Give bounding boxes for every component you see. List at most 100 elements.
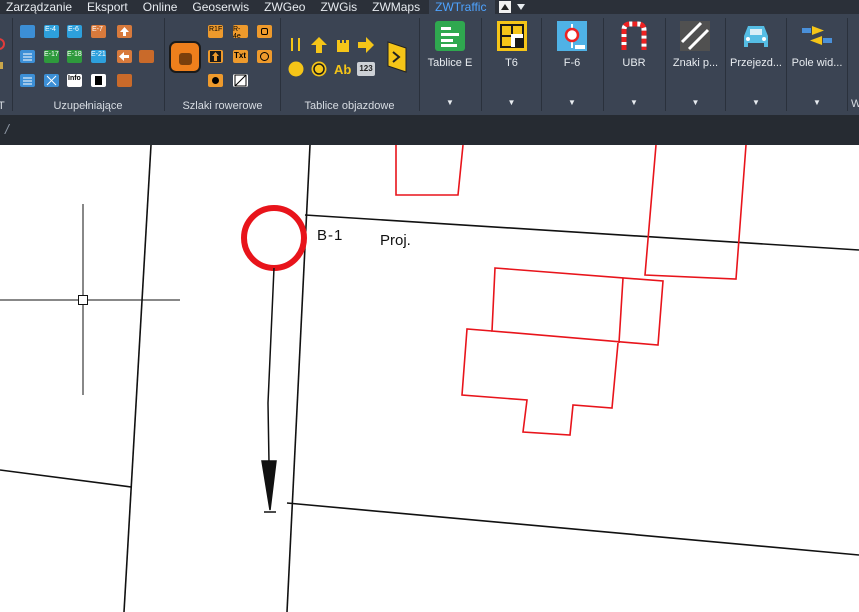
partial-tools-icon[interactable] [0,34,8,94]
sign-arrow-left-icon[interactable] [117,50,132,63]
sign-info-icon[interactable]: Info [67,74,82,87]
chevron-down-icon: ▼ [446,98,454,107]
f6-button[interactable]: F-6 ▼ [542,14,602,115]
panel-title-partial-left: T [0,100,5,112]
sign-e17-icon[interactable]: E-17 [44,50,59,63]
sign-e6-icon[interactable]: E-6 [67,25,82,38]
sign-e21-icon[interactable]: E-21 [91,50,106,63]
sign-txt-icon[interactable]: Txt [233,50,248,63]
chevron-down-icon: ▼ [568,98,576,107]
sign-factory-icon[interactable] [139,50,154,63]
ubr-button[interactable]: UBR ▼ [604,14,664,115]
parcel-boundary-line [123,145,152,612]
building-outline [461,328,619,436]
ubr-barrier-icon [621,21,647,50]
detour-dot-icon[interactable] [287,60,305,78]
crosshair-cursor-icon [0,204,180,395]
ubr-label: UBR [622,57,646,69]
detour-sign-board-icon[interactable] [386,40,408,74]
ribbon: T E-4 E-6 E-7 E-17 E-18 E-21 Info Uzupeł… [0,14,859,115]
detour-arrow-right-icon[interactable] [357,36,375,54]
road-markings-icon [680,21,710,51]
chevron-down-icon: ▼ [691,98,700,107]
tablice-e-icon [435,21,465,51]
menu-tab-zwmaps[interactable]: ZWMaps [366,0,429,14]
building-outline [618,277,624,344]
pole-widzenia-button[interactable]: Pole wid... ▼ [787,14,847,115]
sign-b1-symbol-icon[interactable] [241,205,307,271]
t6-icon [497,21,527,51]
detour-castle-icon[interactable] [334,36,352,54]
t6-button[interactable]: T6 ▼ [482,14,541,115]
znaki-label: Znaki p... [672,57,719,69]
menu-tab-online[interactable]: Online [137,0,187,14]
menu-tab-geoserwis[interactable]: Geoserwis [186,0,258,14]
ribbon-minimize-icon[interactable] [499,1,512,13]
sign-strike-icon[interactable] [233,74,248,87]
detour-bars-icon[interactable] [287,36,305,56]
sign-cross-icon[interactable] [44,74,59,87]
parcel-boundary-line [286,502,859,556]
chevron-down-icon: ▼ [507,98,516,107]
sign-arrow-up-icon[interactable] [117,25,132,38]
detour-arrow-up-icon[interactable] [310,36,328,54]
menu-tab-eksport[interactable]: Eksport [81,0,137,14]
path-separator-icon: / [5,121,9,137]
drawing-canvas[interactable]: B-1 Proj. [0,145,859,612]
sign-r1f-icon[interactable]: R1F [208,25,223,38]
detour-ab-icon[interactable]: Ab [334,62,351,77]
bike-trail-sign-icon[interactable] [169,41,201,73]
sign-e4-icon[interactable]: E-4 [44,25,59,38]
panel-partial-left: T [0,14,12,115]
znaki-button[interactable]: Znaki p... ▼ [666,14,725,115]
sign-r4e-icon[interactable]: R-4e [233,25,248,40]
panel-szlaki-rowerowe: R1F R-4e Txt Szlaki rowerowe [165,14,280,115]
sign-pointer-arrow-icon [261,267,277,513]
sign-board-icon[interactable] [117,74,132,87]
panel-title-objazdowe: Tablice objazdowe [304,100,395,112]
field-of-view-icon [802,26,832,45]
sign-dot-icon[interactable] [208,74,223,87]
menu-tab-zarzadzanie[interactable]: Zarządzanie [0,0,81,14]
building-outline [395,145,464,196]
drawing-svg [0,145,859,612]
sign-list-icon[interactable] [20,50,35,63]
menu-tab-zwtraffic[interactable]: ZWTraffic [429,0,496,14]
przejezdzie-label: Przejezd... [730,57,782,69]
ribbon-options-chevron-icon[interactable] [515,1,527,13]
menu-tab-zwgis[interactable]: ZWGis [314,0,366,14]
f6-icon [557,21,587,51]
car-icon [744,26,768,47]
sign-arrow-up-orange-icon[interactable] [208,50,223,63]
menu-bar: Zarządzanie Eksport Online Geoserwis ZWG… [0,0,859,14]
panel-tablice-objazdowe: Ab 123 Tablice objazdowe [281,14,418,115]
building-outline [491,267,664,346]
panel-title-szlaki: Szlaki rowerowe [182,100,263,112]
t6-label: T6 [505,57,518,69]
sign-code-label: B-1 [317,227,344,244]
panel-divider [847,18,848,111]
menu-tab-zwgeo[interactable]: ZWGeo [258,0,314,14]
tablice-e-button[interactable]: Tablice E ▼ [420,14,480,115]
sign-square-icon[interactable] [257,25,272,38]
detour-a-circle-icon[interactable] [310,60,328,78]
sign-start-icon[interactable] [20,25,35,38]
pole-widzenia-label: Pole wid... [791,57,843,69]
przejezdzie-button[interactable]: Przejezd... ▼ [726,14,786,115]
sign-p-icon[interactable] [257,50,272,63]
sign-document-icon[interactable] [91,74,106,87]
tablice-e-label: Tablice E [427,57,473,69]
parcel-boundary-line [0,469,132,488]
command-strip: / [0,115,859,145]
chevron-down-icon: ▼ [813,98,821,107]
proj-label: Proj. [380,232,411,249]
detour-123-icon[interactable]: 123 [357,62,375,76]
sign-e18-icon[interactable]: E-18 [67,50,82,63]
sign-e7-icon[interactable]: E-7 [91,25,106,38]
panel-uzupelniajace: E-4 E-6 E-7 E-17 E-18 E-21 Info Uzupełni… [13,14,163,115]
panel-title-uzupelniajace: Uzupełniające [53,100,123,112]
chevron-down-icon: ▼ [752,98,760,107]
chevron-down-icon: ▼ [630,98,638,107]
sign-list2-icon[interactable] [20,74,35,87]
building-outline [644,145,747,280]
